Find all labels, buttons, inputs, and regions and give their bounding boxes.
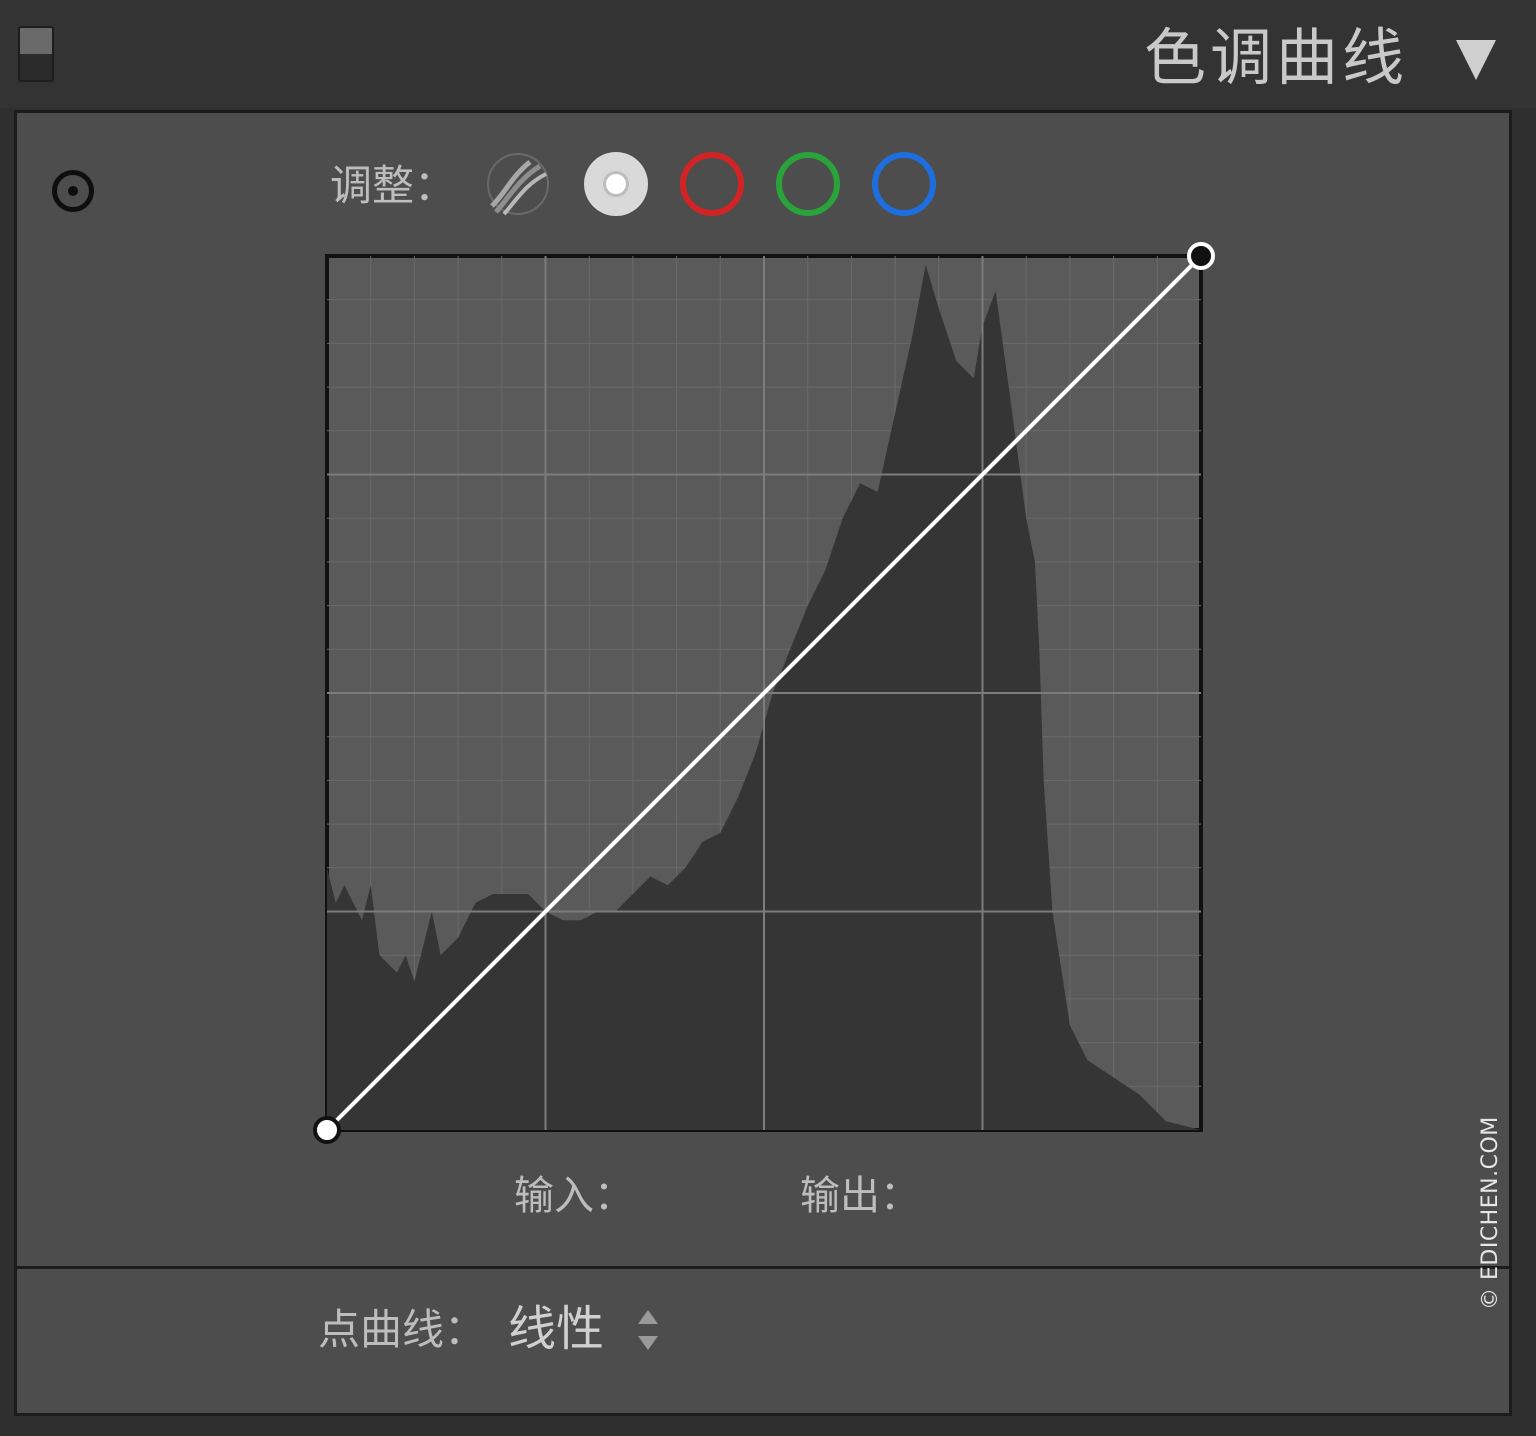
output-value-label: 输出： (800, 1173, 920, 1219)
panel-title: 色调曲线 (1143, 21, 1408, 94)
tone-curve-app: 色调曲线 调整： 输入： 输出： 点曲线： 线性 © EDICHEN.COM (0, 0, 1536, 1436)
collapse-triangle-icon[interactable] (1456, 40, 1496, 80)
target-adjustment-tool-icon[interactable] (52, 170, 94, 212)
section-divider (14, 1266, 1512, 1269)
red-channel-button[interactable] (680, 152, 744, 216)
parametric-curve-button[interactable] (486, 152, 550, 216)
watermark: © EDICHEN.COM (1478, 1116, 1503, 1310)
stepper-down-icon (638, 1336, 658, 1350)
input-value-label: 输入： (514, 1173, 634, 1219)
curve-point-black[interactable] (313, 1116, 341, 1144)
blue-channel-button[interactable] (872, 152, 936, 216)
rgb-channel-button[interactable] (584, 152, 648, 216)
green-channel-button[interactable] (776, 152, 840, 216)
parametric-curve-icon (487, 153, 549, 216)
curve-point-white[interactable] (1187, 242, 1215, 270)
target-center-dot (68, 186, 78, 196)
rgb-channel-dot (606, 174, 626, 194)
panel-switch-toggle[interactable] (18, 26, 54, 82)
adjust-label: 调整： (330, 161, 457, 210)
point-curve-stepper-icon[interactable] (638, 1310, 658, 1350)
point-curve-select[interactable]: 线性 (508, 1298, 604, 1360)
curve-editor[interactable] (300, 232, 1232, 1156)
stepper-up-icon (638, 1310, 658, 1324)
panel-header: 色调曲线 (0, 0, 1536, 108)
point-curve-label: 点曲线： (318, 1305, 487, 1354)
